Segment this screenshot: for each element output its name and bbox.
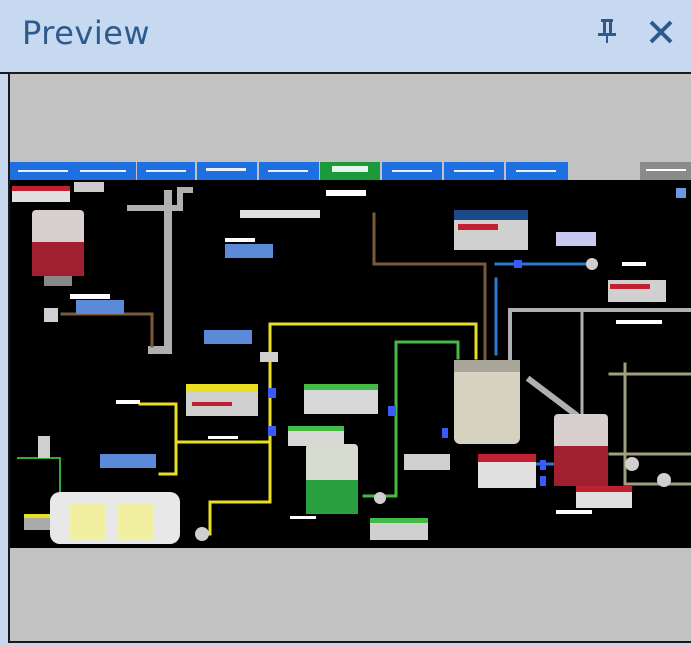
equipment-panel-9[interactable] bbox=[404, 454, 450, 470]
equipment-panel-4[interactable] bbox=[304, 384, 378, 414]
reactor-tank[interactable] bbox=[454, 360, 520, 444]
pin-icon bbox=[596, 18, 618, 51]
process-preview-image bbox=[10, 162, 691, 548]
equipment-panel-5[interactable] bbox=[288, 426, 344, 446]
process-nav-bar bbox=[10, 162, 691, 180]
close-button[interactable] bbox=[644, 16, 678, 52]
title-bar: Preview bbox=[0, 0, 691, 74]
equipment-panel-2[interactable] bbox=[608, 280, 666, 302]
equipment-panel-1[interactable] bbox=[454, 210, 528, 250]
close-icon bbox=[648, 14, 674, 54]
pin-button[interactable] bbox=[590, 16, 624, 52]
equipment-panel-6[interactable] bbox=[370, 518, 428, 540]
tank-3[interactable] bbox=[554, 414, 608, 486]
equipment-panel-8[interactable] bbox=[576, 486, 632, 508]
equipment-panel-3[interactable] bbox=[186, 384, 258, 416]
preview-content bbox=[8, 74, 691, 643]
preview-window: Preview bbox=[0, 0, 691, 645]
window-title: Preview bbox=[22, 14, 151, 52]
equipment-panel-7[interactable] bbox=[478, 454, 536, 488]
tank-2[interactable] bbox=[306, 444, 358, 514]
